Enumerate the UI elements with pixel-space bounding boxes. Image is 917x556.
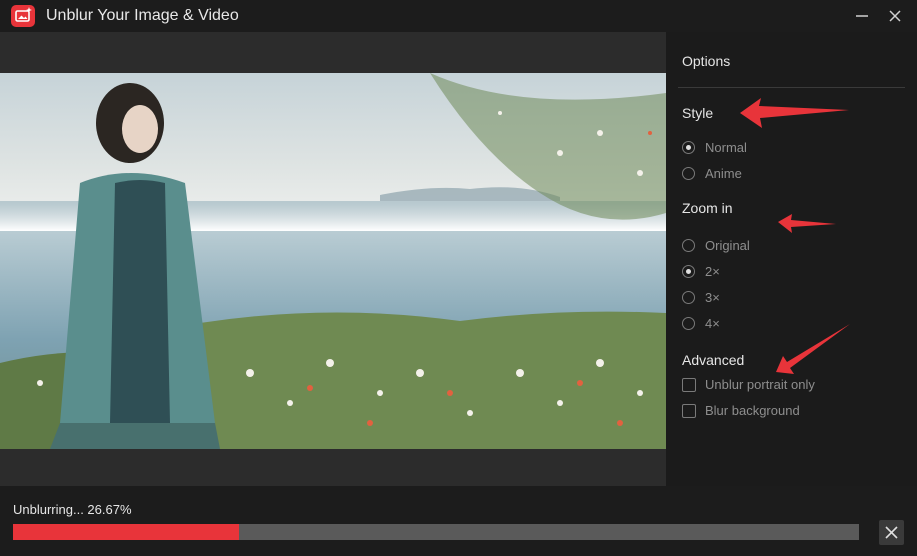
radio-icon bbox=[682, 317, 695, 330]
radio-checked-icon bbox=[682, 265, 695, 278]
radio-icon bbox=[682, 239, 695, 252]
style-section-label: Style bbox=[682, 105, 714, 121]
window-title: Unblur Your Image & Video bbox=[46, 7, 239, 24]
progress-section: Unblurring... 26.67% bbox=[0, 486, 917, 556]
close-icon bbox=[889, 10, 901, 22]
progress-status: Unblurring... 26.67% bbox=[13, 502, 132, 517]
zoom-section-label: Zoom in bbox=[682, 200, 733, 216]
checkbox-icon bbox=[682, 404, 696, 418]
photo-sparkle-icon bbox=[11, 5, 35, 27]
radio-checked-icon bbox=[682, 141, 695, 154]
image-preview-area bbox=[0, 32, 666, 486]
preview-image bbox=[0, 73, 666, 449]
options-title: Options bbox=[682, 53, 731, 69]
progress-fill bbox=[13, 524, 239, 540]
cancel-button[interactable] bbox=[879, 520, 904, 545]
minimize-icon bbox=[856, 15, 868, 17]
options-divider bbox=[678, 87, 905, 88]
advanced-section-label: Advanced bbox=[682, 352, 745, 368]
close-window-button[interactable] bbox=[885, 6, 905, 26]
radio-icon bbox=[682, 167, 695, 180]
title-bar: Unblur Your Image & Video bbox=[0, 0, 917, 32]
options-panel: Options Style Normal Anime Zoom in Origi… bbox=[666, 32, 917, 486]
close-icon bbox=[885, 526, 898, 539]
radio-icon bbox=[682, 291, 695, 304]
checkbox-icon bbox=[682, 378, 696, 392]
progress-bar bbox=[13, 524, 859, 540]
minimize-button[interactable] bbox=[852, 6, 872, 26]
